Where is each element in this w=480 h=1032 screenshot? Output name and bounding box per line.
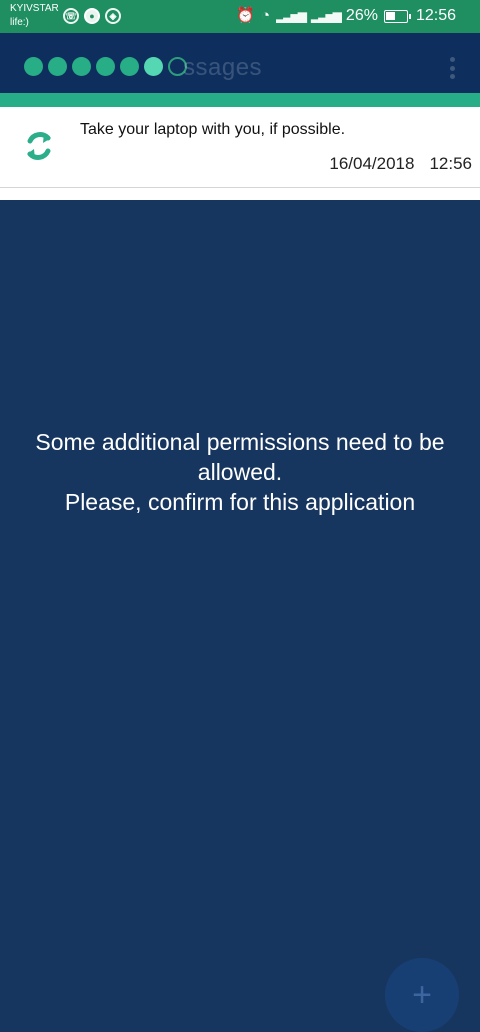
- pager-dot-active: [144, 57, 163, 76]
- pager-dot: [24, 57, 43, 76]
- status-bar: KYIVSTAR life:) ☏ ● ◈ ⏰ ◔ ▂▃▅▆ ▂▃▅▆ 26% …: [0, 0, 480, 33]
- menu-dot: [450, 65, 455, 71]
- message-time: 12:56: [429, 154, 472, 173]
- signal-icon-2: ▂▃▅▆: [311, 9, 342, 23]
- pager-dot: [96, 57, 115, 76]
- menu-dot: [450, 57, 455, 62]
- chat-icon: ●: [84, 8, 100, 24]
- permission-message: Some additional permissions need to be a…: [20, 427, 460, 517]
- card-spacer: [0, 188, 480, 200]
- pager-dots: [24, 57, 187, 76]
- viber-icon: ☏: [63, 8, 79, 24]
- more-vert-icon[interactable]: [450, 57, 456, 79]
- pager-dot: [48, 57, 67, 76]
- permission-line-2: Please, confirm for this application: [64, 489, 416, 515]
- status-right-icons: ⏰ ◔ ▂▃▅▆ ▂▃▅▆ 26% 12:56: [236, 4, 456, 28]
- carrier-label: KYIVSTAR life:): [10, 2, 59, 30]
- carrier-bottom: life:): [10, 17, 29, 28]
- status-left-icons: ☏ ● ◈: [63, 8, 121, 24]
- message-card[interactable]: Take your laptop with you, if possible. …: [0, 107, 480, 188]
- signal-icon: ▂▃▅▆: [276, 9, 307, 23]
- battery-percent: 26%: [345, 7, 378, 24]
- header-title: ssages: [183, 54, 263, 81]
- shield-icon: ◈: [105, 8, 121, 24]
- message-date: 16/04/2018: [329, 154, 415, 173]
- permission-line-1: Some additional permissions need to be a…: [35, 429, 445, 485]
- menu-dot: [450, 74, 455, 79]
- app-header: ssages: [0, 33, 480, 93]
- refresh-icon[interactable]: [22, 129, 56, 163]
- battery-icon: [383, 9, 411, 23]
- add-button[interactable]: +: [385, 958, 459, 1032]
- message-meta: 16/04/2018 12:56: [329, 154, 472, 174]
- wifi-icon: ◔: [261, 7, 271, 24]
- pager-dot: [72, 57, 91, 76]
- carrier-top: KYIVSTAR: [10, 3, 59, 14]
- teal-strip: [0, 93, 480, 107]
- pager-dot: [120, 57, 139, 76]
- permissions-screen: Some additional permissions need to be a…: [0, 200, 480, 1032]
- message-text: Take your laptop with you, if possible.: [80, 121, 346, 138]
- status-time: 12:56: [415, 7, 456, 24]
- alarm-icon: ⏰: [236, 7, 256, 24]
